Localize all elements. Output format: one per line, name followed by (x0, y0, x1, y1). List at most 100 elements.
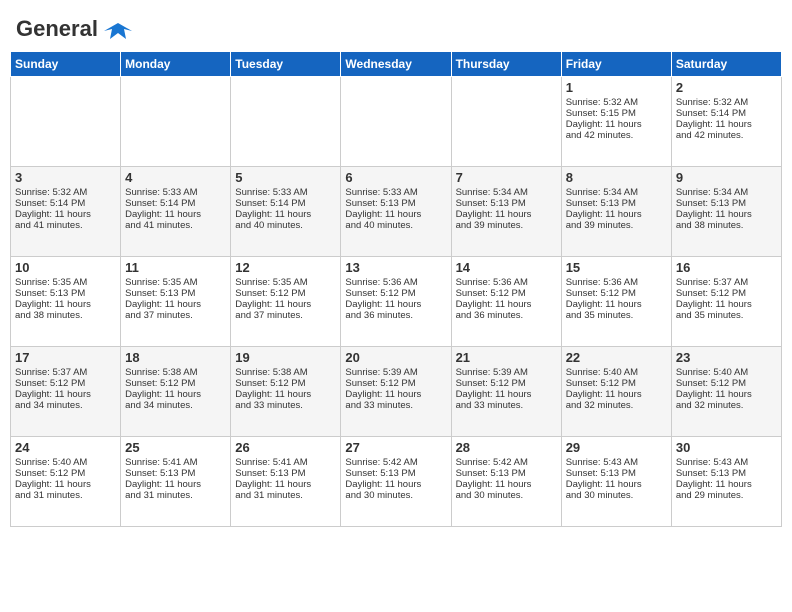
day-info: Sunset: 5:12 PM (125, 378, 226, 389)
day-info: Sunrise: 5:40 AM (15, 457, 116, 468)
day-info: and 41 minutes. (125, 220, 226, 231)
day-info: Sunset: 5:14 PM (676, 108, 777, 119)
calendar-cell (341, 76, 451, 166)
day-info: Daylight: 11 hours (345, 299, 446, 310)
calendar-cell: 7Sunrise: 5:34 AMSunset: 5:13 PMDaylight… (451, 166, 561, 256)
calendar-cell: 13Sunrise: 5:36 AMSunset: 5:12 PMDayligh… (341, 256, 451, 346)
day-info: Sunset: 5:14 PM (125, 198, 226, 209)
day-info: Sunrise: 5:43 AM (566, 457, 667, 468)
calendar-week-4: 17Sunrise: 5:37 AMSunset: 5:12 PMDayligh… (11, 346, 782, 436)
day-number: 19 (235, 350, 336, 365)
day-header-thursday: Thursday (451, 51, 561, 76)
day-info: Sunset: 5:12 PM (566, 288, 667, 299)
day-info: Daylight: 11 hours (15, 479, 116, 490)
calendar-cell: 21Sunrise: 5:39 AMSunset: 5:12 PMDayligh… (451, 346, 561, 436)
day-info: Daylight: 11 hours (125, 389, 226, 400)
day-info: and 38 minutes. (15, 310, 116, 321)
day-info: Daylight: 11 hours (15, 299, 116, 310)
calendar-cell: 22Sunrise: 5:40 AMSunset: 5:12 PMDayligh… (561, 346, 671, 436)
calendar-cell: 6Sunrise: 5:33 AMSunset: 5:13 PMDaylight… (341, 166, 451, 256)
calendar-cell: 1Sunrise: 5:32 AMSunset: 5:15 PMDaylight… (561, 76, 671, 166)
day-number: 26 (235, 440, 336, 455)
day-number: 7 (456, 170, 557, 185)
logo: General (10, 10, 138, 45)
day-info: Sunset: 5:13 PM (345, 468, 446, 479)
day-info: and 29 minutes. (676, 490, 777, 501)
day-info: and 36 minutes. (345, 310, 446, 321)
day-info: Daylight: 11 hours (566, 479, 667, 490)
day-number: 8 (566, 170, 667, 185)
day-info: Daylight: 11 hours (676, 209, 777, 220)
day-info: Daylight: 11 hours (566, 119, 667, 130)
day-number: 16 (676, 260, 777, 275)
day-info: and 33 minutes. (345, 400, 446, 411)
day-info: Sunset: 5:12 PM (235, 288, 336, 299)
day-info: Sunrise: 5:40 AM (566, 367, 667, 378)
day-info: Daylight: 11 hours (676, 389, 777, 400)
calendar-cell: 9Sunrise: 5:34 AMSunset: 5:13 PMDaylight… (671, 166, 781, 256)
day-info: Daylight: 11 hours (235, 299, 336, 310)
calendar-cell: 29Sunrise: 5:43 AMSunset: 5:13 PMDayligh… (561, 436, 671, 526)
day-info: Sunrise: 5:32 AM (676, 97, 777, 108)
day-info: Sunrise: 5:32 AM (566, 97, 667, 108)
day-info: Sunrise: 5:37 AM (676, 277, 777, 288)
calendar: SundayMondayTuesdayWednesdayThursdayFrid… (10, 51, 782, 527)
day-info: Daylight: 11 hours (456, 299, 557, 310)
day-info: and 38 minutes. (676, 220, 777, 231)
day-number: 14 (456, 260, 557, 275)
day-info: Sunset: 5:13 PM (125, 288, 226, 299)
calendar-cell: 2 Sunrise: 5:32 AMSunset: 5:14 PMDaylight… (671, 76, 781, 166)
calendar-cell: 30Sunrise: 5:43 AMSunset: 5:13 PMDayligh… (671, 436, 781, 526)
day-info: and 30 minutes. (566, 490, 667, 501)
day-header-sunday: Sunday (11, 51, 121, 76)
day-info: Daylight: 11 hours (676, 119, 777, 130)
day-info: Daylight: 11 hours (235, 479, 336, 490)
page-header: General (10, 10, 782, 45)
day-info: and 34 minutes. (125, 400, 226, 411)
day-info: Daylight: 11 hours (125, 299, 226, 310)
day-number: 15 (566, 260, 667, 275)
calendar-week-3: 10Sunrise: 5:35 AMSunset: 5:13 PMDayligh… (11, 256, 782, 346)
day-info: Sunset: 5:13 PM (676, 468, 777, 479)
calendar-week-2: 3Sunrise: 5:32 AMSunset: 5:14 PMDaylight… (11, 166, 782, 256)
calendar-cell: 23Sunrise: 5:40 AMSunset: 5:12 PMDayligh… (671, 346, 781, 436)
day-info: Daylight: 11 hours (15, 389, 116, 400)
day-number: 2 (676, 80, 777, 95)
day-info: Sunrise: 5:39 AM (345, 367, 446, 378)
day-info: Sunrise: 5:34 AM (456, 187, 557, 198)
day-info: and 36 minutes. (456, 310, 557, 321)
calendar-cell: 14Sunrise: 5:36 AMSunset: 5:12 PMDayligh… (451, 256, 561, 346)
day-info: Daylight: 11 hours (676, 479, 777, 490)
day-number: 27 (345, 440, 446, 455)
calendar-cell: 25Sunrise: 5:41 AMSunset: 5:13 PMDayligh… (121, 436, 231, 526)
day-info: Daylight: 11 hours (676, 299, 777, 310)
day-info: Sunrise: 5:39 AM (456, 367, 557, 378)
day-info: Sunset: 5:12 PM (15, 378, 116, 389)
day-info: Sunrise: 5:34 AM (676, 187, 777, 198)
day-number: 28 (456, 440, 557, 455)
day-info: Sunrise: 5:32 AM (15, 187, 116, 198)
day-info: Sunset: 5:15 PM (566, 108, 667, 119)
day-info: and 32 minutes. (566, 400, 667, 411)
day-header-tuesday: Tuesday (231, 51, 341, 76)
day-info: Sunrise: 5:36 AM (566, 277, 667, 288)
day-info: and 39 minutes. (456, 220, 557, 231)
day-number: 11 (125, 260, 226, 275)
calendar-cell: 28Sunrise: 5:42 AMSunset: 5:13 PMDayligh… (451, 436, 561, 526)
calendar-cell: 11Sunrise: 5:35 AMSunset: 5:13 PMDayligh… (121, 256, 231, 346)
day-number: 17 (15, 350, 116, 365)
day-header-friday: Friday (561, 51, 671, 76)
day-info: and 37 minutes. (125, 310, 226, 321)
day-number: 30 (676, 440, 777, 455)
day-info: Sunrise: 5:35 AM (235, 277, 336, 288)
day-info: Sunrise: 5:41 AM (235, 457, 336, 468)
day-info: Sunset: 5:13 PM (676, 198, 777, 209)
logo-bird-icon (104, 21, 132, 43)
calendar-cell: 26Sunrise: 5:41 AMSunset: 5:13 PMDayligh… (231, 436, 341, 526)
day-info: Daylight: 11 hours (456, 209, 557, 220)
day-info: Sunset: 5:12 PM (676, 288, 777, 299)
day-info: Sunset: 5:13 PM (566, 468, 667, 479)
day-info: Sunset: 5:12 PM (456, 288, 557, 299)
calendar-cell: 4Sunrise: 5:33 AMSunset: 5:14 PMDaylight… (121, 166, 231, 256)
day-info: Daylight: 11 hours (456, 479, 557, 490)
